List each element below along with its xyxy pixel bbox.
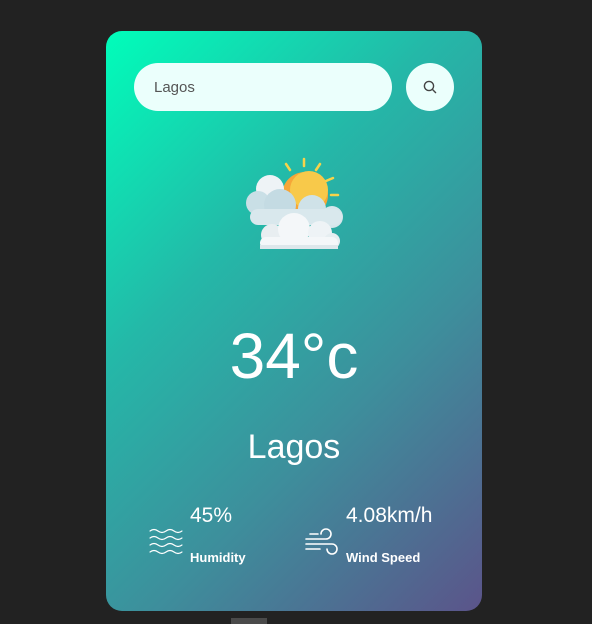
wind-icon (304, 527, 340, 559)
humidity-detail: 45% Humidity (148, 501, 298, 571)
wind-speed-value: 4.08km/h (346, 504, 433, 527)
partly-cloudy-sun-icon (236, 153, 352, 253)
temperature-display: 34°c (229, 320, 359, 392)
search-icon (423, 80, 437, 94)
search-button[interactable] (406, 63, 454, 111)
bottom-scroll-handle (231, 618, 267, 624)
weather-card: 34°c Lagos 45% Humidity (106, 31, 482, 611)
humidity-waves-icon (148, 527, 184, 559)
city-search-input[interactable] (134, 63, 392, 111)
humidity-value: 45% (190, 504, 233, 527)
app-page: 34°c Lagos 45% Humidity (0, 0, 592, 624)
city-name: Lagos (247, 428, 341, 466)
wind-speed-label: Wind Speed (346, 550, 421, 565)
humidity-label: Humidity (190, 550, 246, 565)
wind-detail: 4.08km/h Wind Speed (304, 501, 474, 571)
search-bar (134, 63, 454, 111)
